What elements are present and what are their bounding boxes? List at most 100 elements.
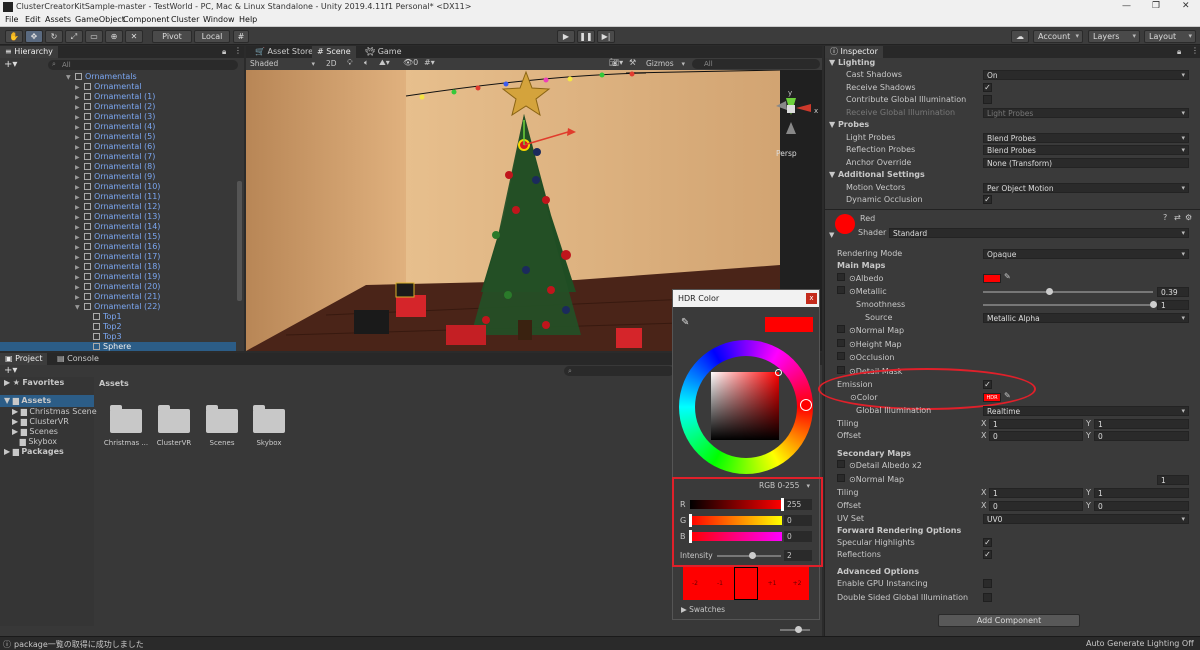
- hierarchy-item[interactable]: ▶ Ornamental (4): [0, 122, 236, 132]
- menu-help[interactable]: Help: [239, 15, 257, 24]
- folder-icon[interactable]: [206, 405, 238, 433]
- add-component-button[interactable]: Add Component: [938, 614, 1080, 627]
- rotate-tool-icon[interactable]: ↻: [45, 30, 63, 43]
- tiling2-x-field[interactable]: 1: [989, 488, 1083, 498]
- tab-hierarchy[interactable]: ≡ Hierarchy: [0, 46, 58, 58]
- exposure-swatch[interactable]: -1: [708, 567, 732, 600]
- normal-map2-value-field[interactable]: 1: [1157, 475, 1189, 485]
- specular-highlights-checkbox[interactable]: ✓: [983, 538, 992, 547]
- effects-dropdown-icon[interactable]: ⛰︎▾: [379, 58, 390, 68]
- exposure-swatch[interactable]: +1: [760, 567, 784, 600]
- albedo-color-field[interactable]: [983, 274, 1001, 283]
- metallic-slider[interactable]: [983, 291, 1153, 293]
- smoothness-slider-handle[interactable]: [1149, 301, 1157, 308]
- preset-icon[interactable]: ⇄: [1174, 213, 1181, 222]
- tree-packages[interactable]: ▶ ▆ Packages: [4, 446, 64, 458]
- hierarchy-item[interactable]: ▶ Ornamental (6): [0, 142, 236, 152]
- hierarchy-item[interactable]: ▶ Ornamental (7): [0, 152, 236, 162]
- layout-dropdown[interactable]: Layout: [1144, 30, 1196, 43]
- hierarchy-item[interactable]: ▶ Ornamental (20): [0, 282, 236, 292]
- offset-x-field[interactable]: 0: [989, 431, 1083, 441]
- tab-project[interactable]: ▣ Project: [0, 353, 48, 365]
- folder-icon[interactable]: [110, 405, 142, 433]
- scale-tool-icon[interactable]: ⤢: [65, 30, 83, 43]
- eyedropper-icon[interactable]: ✎: [681, 317, 689, 328]
- hierarchy-item[interactable]: Top1: [0, 312, 236, 322]
- menu-window[interactable]: Window: [203, 15, 235, 24]
- global-illumination-dropdown[interactable]: Realtime: [983, 406, 1189, 416]
- lock-icon[interactable]: 🔒︎: [222, 47, 226, 57]
- offset-y-field[interactable]: 0: [1094, 431, 1189, 441]
- tab-asset-store[interactable]: 🛒 Asset Store: [250, 46, 318, 58]
- help-icon[interactable]: ?: [1163, 213, 1167, 222]
- light-probes-dropdown[interactable]: Blend Probes: [983, 133, 1189, 143]
- hierarchy-item[interactable]: ▶ Ornamental (17): [0, 252, 236, 262]
- motion-vectors-dropdown[interactable]: Per Object Motion: [983, 183, 1189, 193]
- additional-settings-header[interactable]: ▼ Additional Settings: [829, 169, 925, 181]
- exposure-swatch-selected[interactable]: [734, 567, 758, 600]
- anchor-override-field[interactable]: None (Transform): [983, 158, 1189, 168]
- panel-menu-icon[interactable]: ⋮: [234, 46, 242, 55]
- hierarchy-item[interactable]: ▶ Ornamental (5): [0, 132, 236, 142]
- project-search-input[interactable]: ⌕: [564, 366, 674, 376]
- shading-mode-dropdown[interactable]: Shaded: [248, 59, 318, 69]
- menu-gameobject[interactable]: GameObject: [75, 15, 125, 24]
- normal-map-label[interactable]: ⊙Normal Map: [837, 325, 904, 337]
- exposure-swatch[interactable]: -2: [683, 567, 707, 600]
- hierarchy-item[interactable]: ▶ Ornamental: [0, 82, 236, 92]
- scene-camera-icon[interactable]: 📷︎▾: [609, 58, 623, 67]
- hierarchy-item[interactable]: ▶ Ornamental (14): [0, 222, 236, 232]
- pivot-button[interactable]: Pivot: [152, 30, 192, 43]
- albedo-label[interactable]: ⊙Albedo: [837, 273, 883, 285]
- reflections-checkbox[interactable]: ✓: [983, 550, 992, 559]
- audio-toggle-icon[interactable]: 🔈︎: [364, 58, 369, 68]
- smoothness-value-field[interactable]: 1: [1157, 300, 1189, 310]
- contribute-gi-checkbox[interactable]: [983, 95, 992, 104]
- hierarchy-item[interactable]: ▶ Ornamental (21): [0, 292, 236, 302]
- play-button[interactable]: ▶: [557, 30, 575, 43]
- tiling-x-field[interactable]: 1: [989, 419, 1083, 429]
- transform-tool-icon[interactable]: ⊕: [105, 30, 123, 43]
- source-dropdown[interactable]: Metallic Alpha: [983, 313, 1189, 323]
- albedo-eyedropper-icon[interactable]: ✎: [1004, 272, 1011, 281]
- hierarchy-scrollbar[interactable]: [237, 181, 242, 301]
- menu-edit[interactable]: Edit: [25, 15, 41, 24]
- hierarchy-item[interactable]: Top3: [0, 332, 236, 342]
- hierarchy-item[interactable]: ▶ Ornamental (1): [0, 92, 236, 102]
- detail-albedo-label[interactable]: ⊙Detail Albedo x2: [837, 460, 922, 472]
- hierarchy-item[interactable]: Sphere: [0, 342, 236, 351]
- create-button[interactable]: +▾: [4, 59, 17, 70]
- tools-icon[interactable]: ⚒︎: [629, 58, 636, 67]
- hierarchy-item[interactable]: ▶ Ornamental (12): [0, 202, 236, 212]
- grid-toggle-icon[interactable]: #▾: [424, 58, 435, 67]
- lighting-toggle-icon[interactable]: 💡︎: [347, 58, 353, 68]
- hierarchy-item[interactable]: ▶ Ornamental (8): [0, 162, 236, 172]
- folder-icon[interactable]: [158, 405, 190, 433]
- smoothness-slider[interactable]: [983, 304, 1153, 306]
- menu-file[interactable]: File: [5, 15, 18, 24]
- account-dropdown[interactable]: Account: [1033, 30, 1083, 43]
- hierarchy-search-input[interactable]: All: [48, 60, 238, 70]
- favorites-item[interactable]: ▶ ★ Favorites: [4, 377, 64, 389]
- gpu-instancing-checkbox[interactable]: [983, 579, 992, 588]
- auto-lighting-status[interactable]: Auto Generate Lighting Off: [1086, 639, 1194, 648]
- menu-cluster[interactable]: Cluster: [171, 15, 199, 24]
- shader-dropdown[interactable]: Standard: [889, 228, 1189, 238]
- lighting-header[interactable]: ▼ Lighting: [829, 57, 875, 69]
- rendering-mode-dropdown[interactable]: Opaque: [983, 249, 1189, 259]
- offset2-x-field[interactable]: 0: [989, 501, 1083, 511]
- metallic-value-field[interactable]: 0.39: [1157, 287, 1189, 297]
- inspector-menu-icon[interactable]: ⋮: [1191, 46, 1199, 55]
- hierarchy-item[interactable]: ▶ Ornamental (3): [0, 112, 236, 122]
- maximize-icon[interactable]: ❐: [1152, 1, 1160, 11]
- metallic-label[interactable]: ⊙Metallic: [837, 286, 887, 298]
- swatches-foldout[interactable]: ▶ Swatches: [681, 605, 725, 614]
- persp-label[interactable]: Persp: [776, 149, 797, 158]
- grid-snap-icon[interactable]: #: [233, 30, 249, 43]
- hierarchy-item[interactable]: ▶ Ornamental (15): [0, 232, 236, 242]
- uv-set-dropdown[interactable]: UV0: [983, 514, 1189, 524]
- metallic-slider-handle[interactable]: [1045, 288, 1053, 295]
- dynamic-occlusion-checkbox[interactable]: ✓: [983, 195, 992, 204]
- reflection-probes-dropdown[interactable]: Blend Probes: [983, 145, 1189, 155]
- tab-game[interactable]: 👾︎ Game: [360, 46, 407, 58]
